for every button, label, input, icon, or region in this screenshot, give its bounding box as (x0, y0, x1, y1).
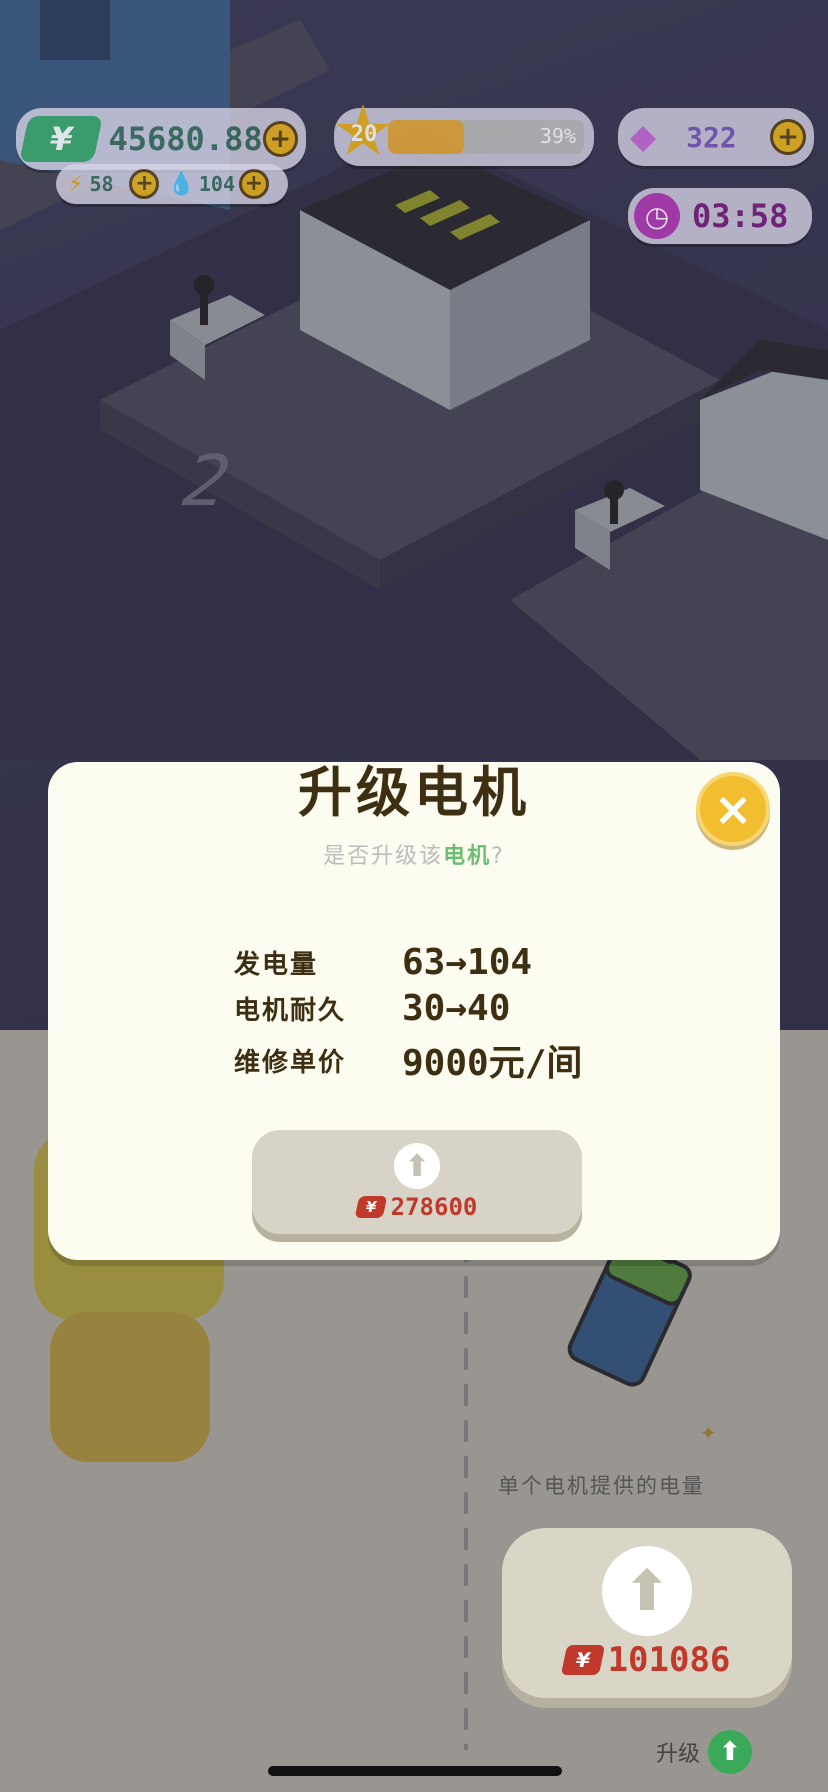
timer-text: 03:58 (692, 197, 789, 235)
currency-icon: ¥ (354, 1196, 387, 1218)
add-gems-button[interactable]: + (770, 119, 806, 155)
close-icon: × (713, 782, 753, 836)
water-amount: 104 (198, 172, 235, 196)
arrow-up-icon: ⬆ (602, 1546, 692, 1636)
water-drop-icon: 💧 (167, 171, 195, 197)
subtitle-prefix: 是否升级该 (323, 844, 444, 869)
stat-value: 9000元/间 (402, 1043, 583, 1084)
currency-icon: ¥ (560, 1645, 605, 1675)
add-energy-button[interactable]: + (129, 169, 160, 199)
level-percent: 39% (539, 124, 576, 148)
resource-counter: ⚡ 58 + 💧 104 + (56, 164, 288, 204)
home-indicator[interactable] (268, 1766, 562, 1776)
gem-counter: ◆ 322 + (618, 108, 814, 166)
close-button[interactable]: × (696, 772, 770, 846)
timer: ◷ 03:58 (628, 188, 812, 244)
upgrade-price-text: 278600 (390, 1193, 478, 1221)
upgrade-tab-label: 升级 (656, 1742, 701, 1767)
bottom-upgrade-price: ¥ 101086 (560, 1640, 731, 1680)
energy-icon: ⚡ (68, 171, 84, 197)
level-progress-fill (388, 120, 465, 154)
bottom-upgrade-button[interactable]: ⬆ ¥ 101086 (502, 1528, 792, 1698)
money-amount: 45680.88 (108, 120, 263, 158)
money-icon: ¥ (19, 116, 104, 162)
confirm-upgrade-button[interactable]: ⬆ ¥ 278600 (252, 1130, 582, 1234)
arrow-up-icon: ⬆ (394, 1143, 440, 1189)
dialog-subtitle: 是否升级该电机? (0, 838, 828, 870)
arrow-up-icon: ⬆ (708, 1730, 753, 1774)
clock-icon: ◷ (634, 193, 680, 239)
bottom-upgrade-price-text: 101086 (607, 1640, 731, 1680)
subtitle-suffix: ? (491, 844, 505, 869)
stat-value: 30→40 (402, 988, 511, 1029)
stat-row-repair-price: 维修单价 9000元/间 (234, 1034, 582, 1086)
stat-value: 63→104 (402, 942, 533, 983)
add-water-button[interactable]: + (238, 169, 269, 199)
level-progress: ★ 20 39% (332, 96, 594, 166)
upgrade-price: ¥ 278600 (354, 1193, 478, 1221)
money-counter: ¥ 45680.88 + (16, 108, 306, 170)
gem-amount: 322 (686, 120, 737, 154)
energy-amount: 58 (89, 172, 114, 196)
motor-power-label: 单个电机提供的电量 (498, 1474, 705, 1498)
stat-label: 电机耐久 (234, 996, 347, 1026)
level-number: 20 (350, 122, 378, 147)
subtitle-highlight: 电机 (443, 844, 492, 869)
gem-icon: ◆ (630, 117, 657, 157)
stat-row-durability: 电机耐久 30→40 (234, 988, 510, 1029)
add-money-button[interactable]: + (262, 121, 298, 157)
stat-label: 维修单价 (234, 1047, 347, 1078)
stat-row-power: 发电量 63→104 (234, 942, 532, 983)
stat-label: 发电量 (234, 950, 319, 980)
upgrade-tab[interactable]: 升级 ⬆ (656, 1730, 753, 1774)
